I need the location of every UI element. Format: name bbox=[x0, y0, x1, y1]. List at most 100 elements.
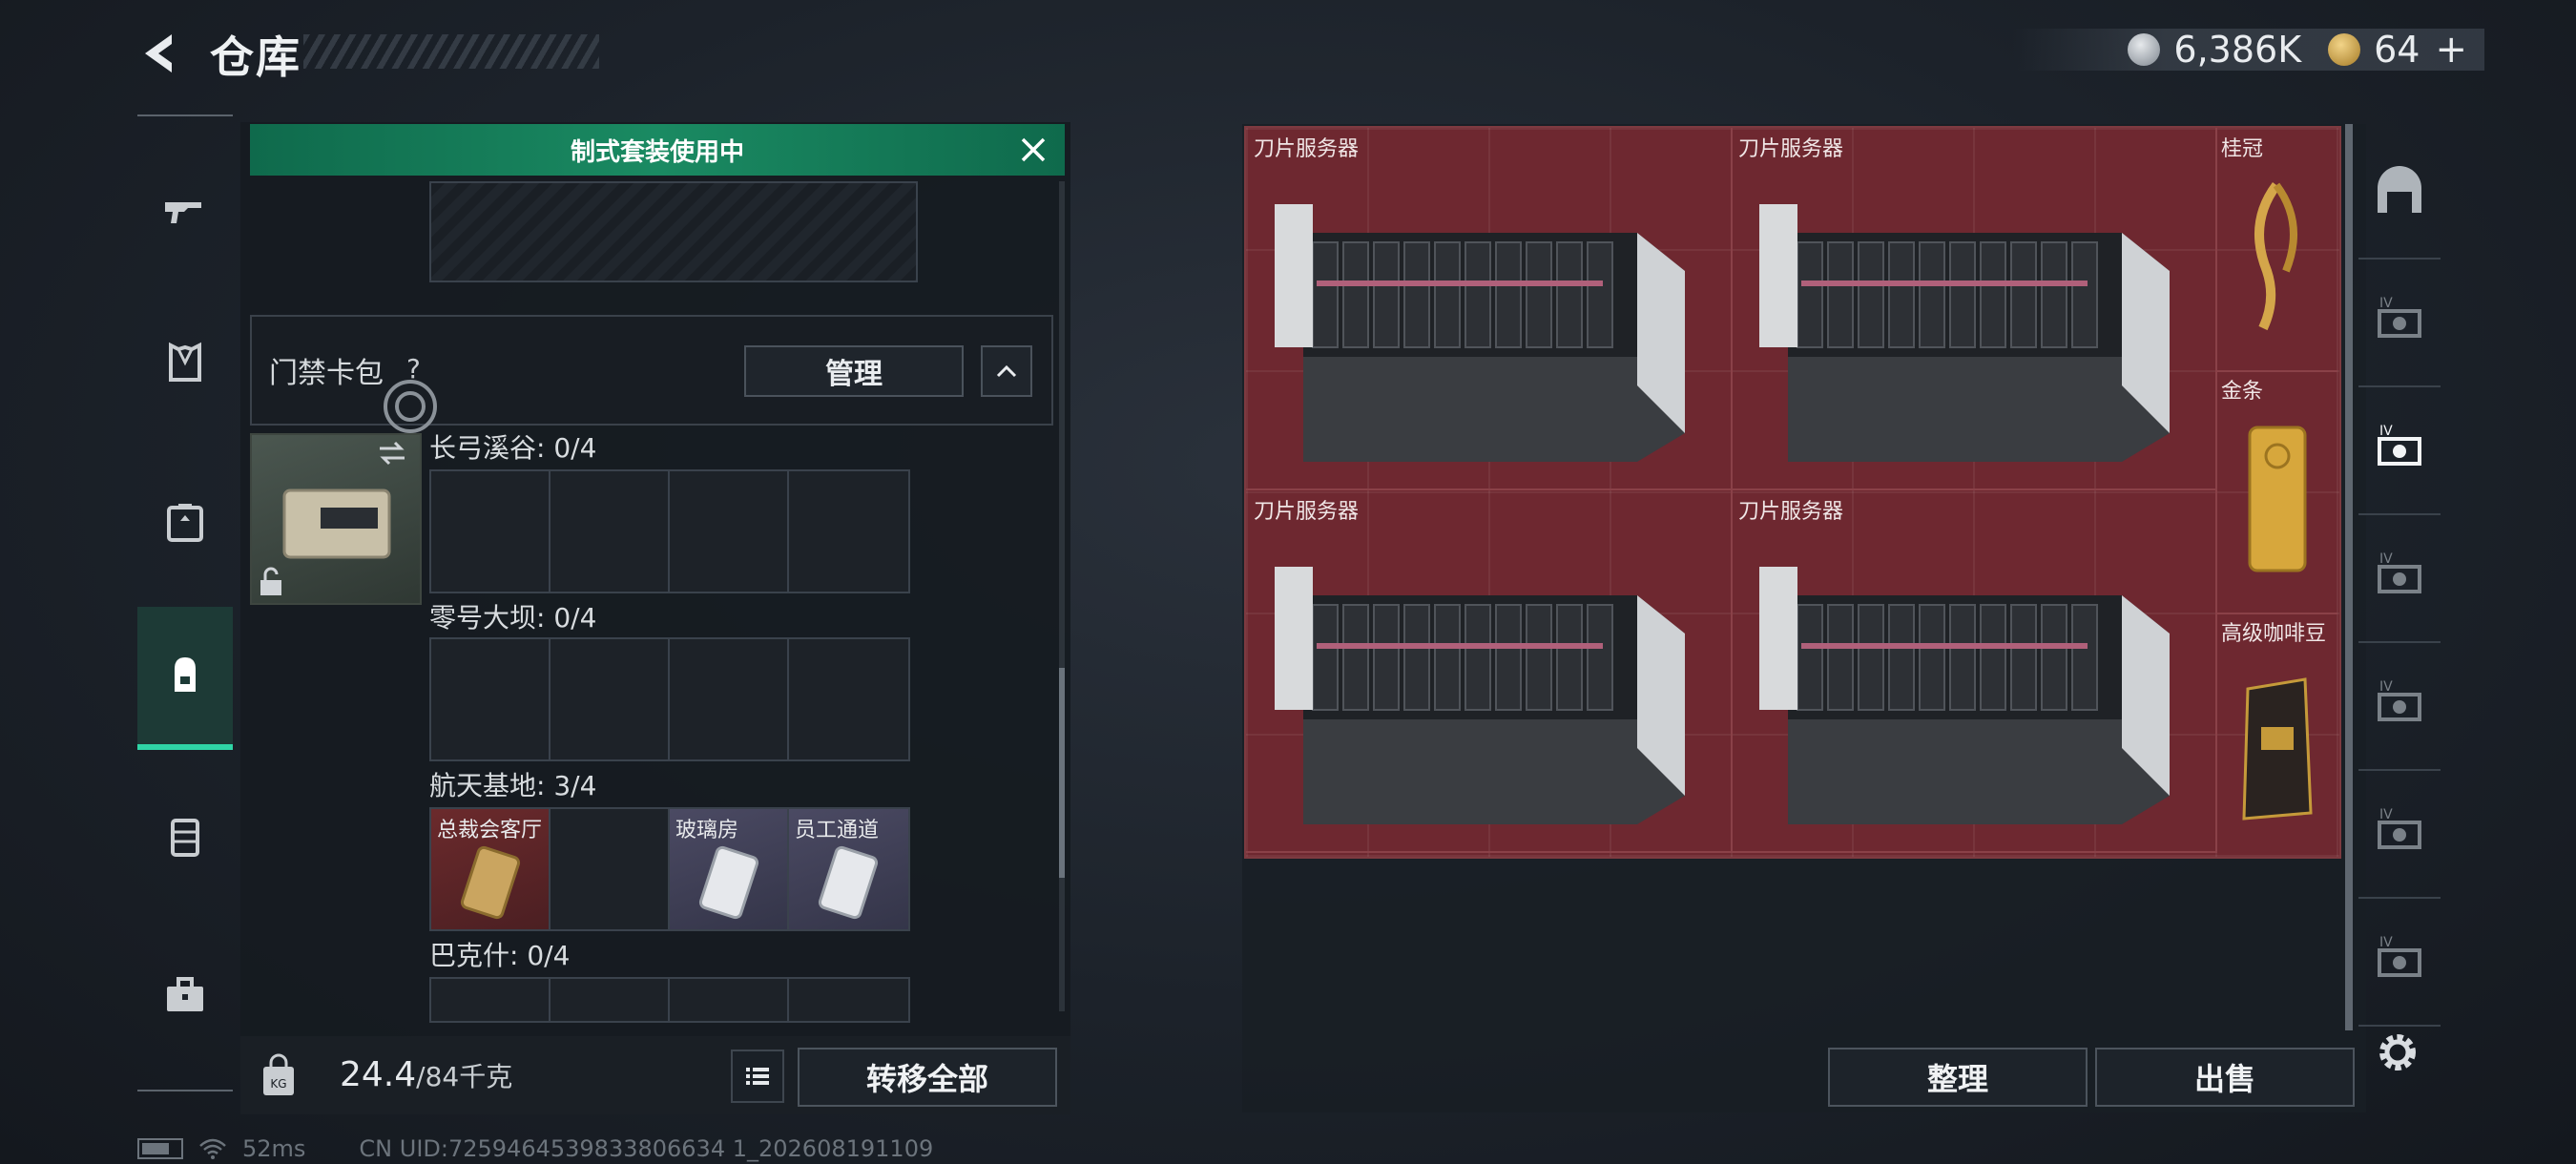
item-label: 高级咖啡豆 bbox=[2221, 622, 2327, 646]
nav-chest-rig[interactable] bbox=[137, 450, 233, 593]
title-decoration bbox=[303, 34, 599, 69]
key-grid-longbow bbox=[429, 469, 910, 593]
section-label-bakhsh: 巴克什: 0/4 bbox=[429, 940, 571, 971]
stash-item-coffee-beans[interactable]: 高级咖啡豆 bbox=[2215, 613, 2337, 855]
laurel-icon bbox=[2254, 182, 2297, 331]
sell-button[interactable]: 出售 bbox=[2095, 1048, 2355, 1107]
weight-max: /84千克 bbox=[416, 1061, 513, 1092]
empty-slot[interactable] bbox=[429, 181, 918, 282]
blade-server-icon bbox=[1275, 204, 1685, 462]
key-slot[interactable] bbox=[551, 471, 670, 592]
stash-tab-IV-icon: IV bbox=[2378, 424, 2421, 466]
svg-text:IV: IV bbox=[2379, 551, 2393, 567]
gold-bar-icon bbox=[2248, 426, 2307, 572]
inventory-scrollbar-thumb[interactable] bbox=[1059, 668, 1065, 878]
tab-stash-iv[interactable]: IV bbox=[2358, 641, 2441, 771]
svg-text:KG: KG bbox=[270, 1077, 286, 1091]
banner-text: 制式套装使用中 bbox=[570, 137, 744, 167]
backpack-icon bbox=[175, 657, 196, 692]
nav-armor[interactable] bbox=[137, 292, 233, 435]
key-slot[interactable] bbox=[789, 471, 908, 592]
inventory-scrollbar[interactable] bbox=[1059, 181, 1065, 1011]
toolbox-icon bbox=[167, 977, 203, 1011]
key-slot[interactable] bbox=[551, 979, 670, 1021]
gear-icon[interactable] bbox=[2372, 1027, 2423, 1078]
nav-case[interactable] bbox=[137, 765, 233, 908]
list-view-button[interactable] bbox=[731, 1050, 784, 1103]
key-slot[interactable] bbox=[789, 979, 908, 1021]
safehouse-icon bbox=[2378, 166, 2421, 213]
close-icon[interactable] bbox=[1015, 132, 1051, 168]
key-card-slot[interactable]: 总裁会客厅 bbox=[431, 809, 551, 929]
manage-button[interactable]: 管理 bbox=[744, 345, 964, 397]
tab-stash-iv[interactable]: IV bbox=[2358, 258, 2441, 387]
ping-readout: 52ms bbox=[242, 1135, 306, 1162]
svg-text:IV: IV bbox=[2379, 935, 2393, 950]
stash-grid: 刀片服务器 刀片服务器 刀片服务器 刀片服务器 桂冠 金条 高级咖啡豆 bbox=[1244, 126, 2341, 859]
stash-item-gold-bar[interactable]: 金条 bbox=[2215, 370, 2337, 614]
tab-stash-iv[interactable]: IV bbox=[2358, 897, 2441, 1027]
key-slot[interactable] bbox=[670, 639, 789, 759]
cardpack-label: 门禁卡包 bbox=[269, 357, 384, 390]
gold-amount: 64 bbox=[2374, 29, 2420, 71]
key-slot[interactable] bbox=[431, 639, 551, 759]
section-label-longbow: 长弓溪谷: 0/4 bbox=[429, 432, 597, 464]
item-label: 刀片服务器 bbox=[1738, 500, 1844, 524]
svg-text:IV: IV bbox=[2379, 807, 2393, 822]
key-slot[interactable] bbox=[551, 639, 670, 759]
wifi-icon bbox=[199, 1138, 226, 1159]
svg-text:IV: IV bbox=[2379, 679, 2393, 695]
stash-item-blade-server[interactable]: 刀片服务器 bbox=[1246, 128, 1733, 490]
item-label: 刀片服务器 bbox=[1254, 500, 1360, 524]
key-grid-spacebase: 总裁会客厅 玻璃房 员工通道 bbox=[429, 807, 910, 931]
key-card-slot[interactable]: 员工通道 bbox=[789, 809, 908, 929]
section-label-spacebase: 航天基地: 3/4 bbox=[429, 770, 597, 801]
tab-safehouse[interactable] bbox=[2358, 124, 2441, 260]
key-slot[interactable] bbox=[431, 979, 551, 1021]
coffee-bag-icon bbox=[2242, 677, 2313, 821]
tab-stash-iv-active[interactable]: IV bbox=[2358, 385, 2441, 515]
nav-backpack[interactable] bbox=[137, 607, 233, 750]
stash-tab-IV-icon: IV bbox=[2378, 551, 2421, 593]
key-slot[interactable] bbox=[551, 809, 670, 929]
item-label: 刀片服务器 bbox=[1254, 137, 1360, 161]
tab-stash-iv[interactable]: IV bbox=[2358, 769, 2441, 899]
key-grid-dam bbox=[429, 637, 910, 761]
page-title: 仓库 bbox=[210, 31, 301, 83]
section-label-dam: 零号大坝: 0/4 bbox=[429, 602, 597, 634]
weight-bag-icon: KG bbox=[263, 1053, 294, 1095]
silver-amount: 6,386K bbox=[2173, 29, 2302, 71]
key-grid-bakhsh bbox=[429, 977, 910, 1023]
uid-readout: CN UID:7259464539833806634 1_20260819110… bbox=[359, 1135, 934, 1162]
stash-item-blade-server[interactable]: 刀片服务器 bbox=[1731, 128, 2217, 490]
nav-toolbox[interactable] bbox=[137, 924, 233, 1067]
tab-stash-iv[interactable]: IV bbox=[2358, 513, 2441, 643]
blade-server-icon bbox=[1275, 567, 1685, 824]
key-slot[interactable] bbox=[670, 471, 789, 592]
keycard-icon bbox=[698, 845, 759, 920]
back-icon[interactable] bbox=[134, 27, 187, 80]
key-slot[interactable] bbox=[431, 471, 551, 592]
stash-tab-IV-icon: IV bbox=[2378, 296, 2421, 338]
key-slot[interactable] bbox=[670, 979, 789, 1021]
stash-item-laurel[interactable]: 桂冠 bbox=[2215, 128, 2337, 372]
stash-item-blade-server[interactable]: 刀片服务器 bbox=[1246, 490, 1733, 853]
stash-tab-IV-icon: IV bbox=[2378, 679, 2421, 721]
add-currency-button[interactable]: + bbox=[2435, 28, 2467, 72]
stash-scrollbar[interactable] bbox=[2345, 124, 2353, 1030]
stash-tab-IV-icon: IV bbox=[2378, 935, 2421, 977]
key-slot[interactable] bbox=[789, 639, 908, 759]
stash-item-blade-server[interactable]: 刀片服务器 bbox=[1731, 490, 2217, 853]
swap-icon[interactable] bbox=[376, 437, 408, 469]
sort-button[interactable]: 整理 bbox=[1828, 1048, 2088, 1107]
case-icon bbox=[171, 819, 199, 857]
nav-weapon[interactable] bbox=[137, 139, 233, 282]
transfer-all-button[interactable]: 转移全部 bbox=[798, 1048, 1057, 1107]
armor-icon bbox=[169, 342, 201, 382]
key-card-slot[interactable]: 玻璃房 bbox=[670, 809, 789, 929]
status-bar: 52ms CN UID:7259464539833806634 1_202608… bbox=[137, 1135, 933, 1162]
battery-icon bbox=[137, 1138, 183, 1159]
weapon-icon bbox=[165, 202, 201, 223]
collapse-button[interactable] bbox=[981, 345, 1032, 397]
gold-coin-icon bbox=[2328, 33, 2361, 66]
